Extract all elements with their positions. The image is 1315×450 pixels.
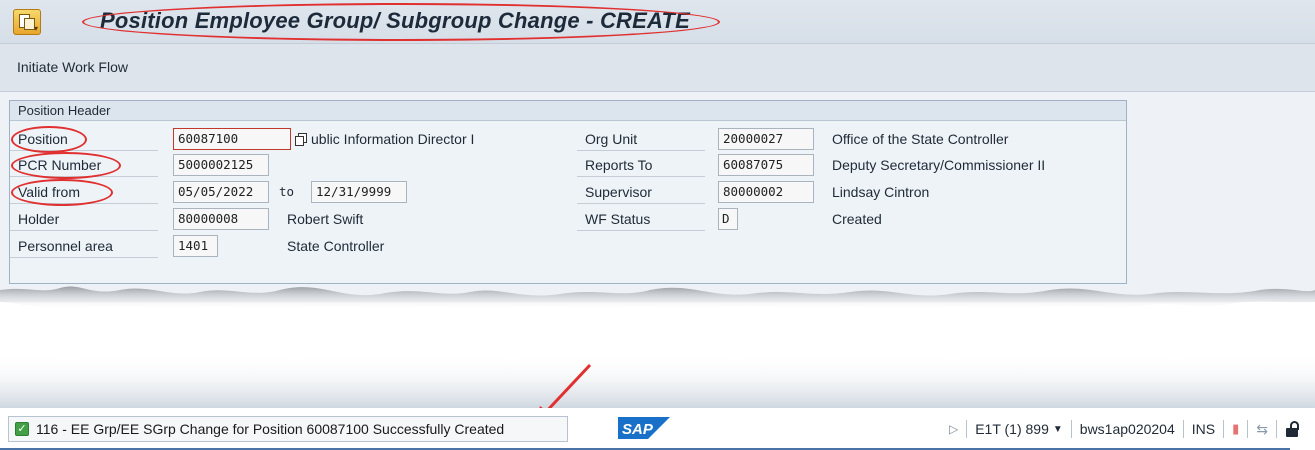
separator [1276,420,1277,438]
transfer-icon[interactable]: ⇆ [1256,421,1268,438]
separator [1223,420,1225,438]
pcr-number-field[interactable]: 5000002125 [173,154,269,176]
title-bar: ▾ Position Employee Group/ Subgroup Chan… [0,0,1315,44]
system-dropdown-icon[interactable]: ▼ [1053,424,1063,435]
valid-from-field[interactable]: 05/05/2022 [173,181,269,203]
input-mode[interactable]: INS [1192,421,1215,437]
org-unit-label: Org Unit [577,127,705,151]
supervisor-label: Supervisor [577,180,705,204]
personnel-area-description: State Controller [287,238,385,254]
torn-paper-effect [0,286,1315,408]
separator [1182,420,1184,438]
org-unit-field[interactable]: 20000027 [718,128,814,150]
reports-to-description: Deputy Secretary/Commissioner II [832,157,1046,173]
status-message-box[interactable]: ✓ 116 - EE Grp/EE SGrp Change for Positi… [8,416,568,442]
supervisor-name: Lindsay Cintron [832,184,930,200]
pcr-number-label: PCR Number [10,153,158,177]
valid-from-label: Valid from [10,180,158,204]
copy-icon[interactable] [295,133,308,146]
sap-logo-text: SAP [622,421,654,438]
personnel-area-field[interactable]: 1401 [173,235,218,257]
reports-to-label: Reports To [577,153,705,177]
position-header-group: Position Header Position 60087100 ublic … [9,100,1127,284]
system-info-text: E1T (1) 899 [975,421,1049,437]
position-label: Position [10,127,158,151]
play-icon[interactable]: ▷ [949,422,958,436]
separator [1247,420,1249,438]
to-label: to [279,184,295,199]
app-menu-icon[interactable]: ▾ [13,9,41,35]
system-info: ▷ E1T (1) 899 ▼ bws1ap020204 INS ▮ ⇆ [949,416,1299,442]
holder-field[interactable]: 80000008 [173,208,269,230]
wf-status-label: WF Status [577,207,705,231]
valid-to-field[interactable]: 12/31/9999 [311,181,407,203]
application-toolbar: Initiate Work Flow [0,44,1315,92]
lock-open-icon[interactable] [1285,421,1299,437]
group-title: Position Header [10,101,1126,121]
holder-label: Holder [10,207,158,231]
supervisor-field[interactable]: 80000002 [718,181,814,203]
success-check-icon: ✓ [15,422,29,436]
personnel-area-label: Personnel area [10,234,158,258]
reports-to-field[interactable]: 60087075 [718,154,814,176]
holder-name: Robert Swift [287,211,364,227]
status-bar: ✓ 116 - EE Grp/EE SGrp Change for Positi… [0,408,1315,450]
server-name: bws1ap020204 [1079,421,1175,437]
separator [966,420,968,438]
status-message: 116 - EE Grp/EE SGrp Change for Position… [36,421,505,437]
org-unit-description: Office of the State Controller [832,131,1009,147]
wf-status-field[interactable]: D [718,208,738,230]
separator [1070,420,1072,438]
wf-status-description: Created [832,211,882,227]
initiate-work-flow-button[interactable]: Initiate Work Flow [17,59,128,75]
sap-logo: SAP [618,417,670,439]
position-field[interactable]: 60087100 [173,128,291,150]
error-bar-icon[interactable]: ▮ [1232,421,1239,437]
page-title: Position Employee Group/ Subgroup Change… [100,8,690,33]
position-description: ublic Information Director I [311,131,475,147]
